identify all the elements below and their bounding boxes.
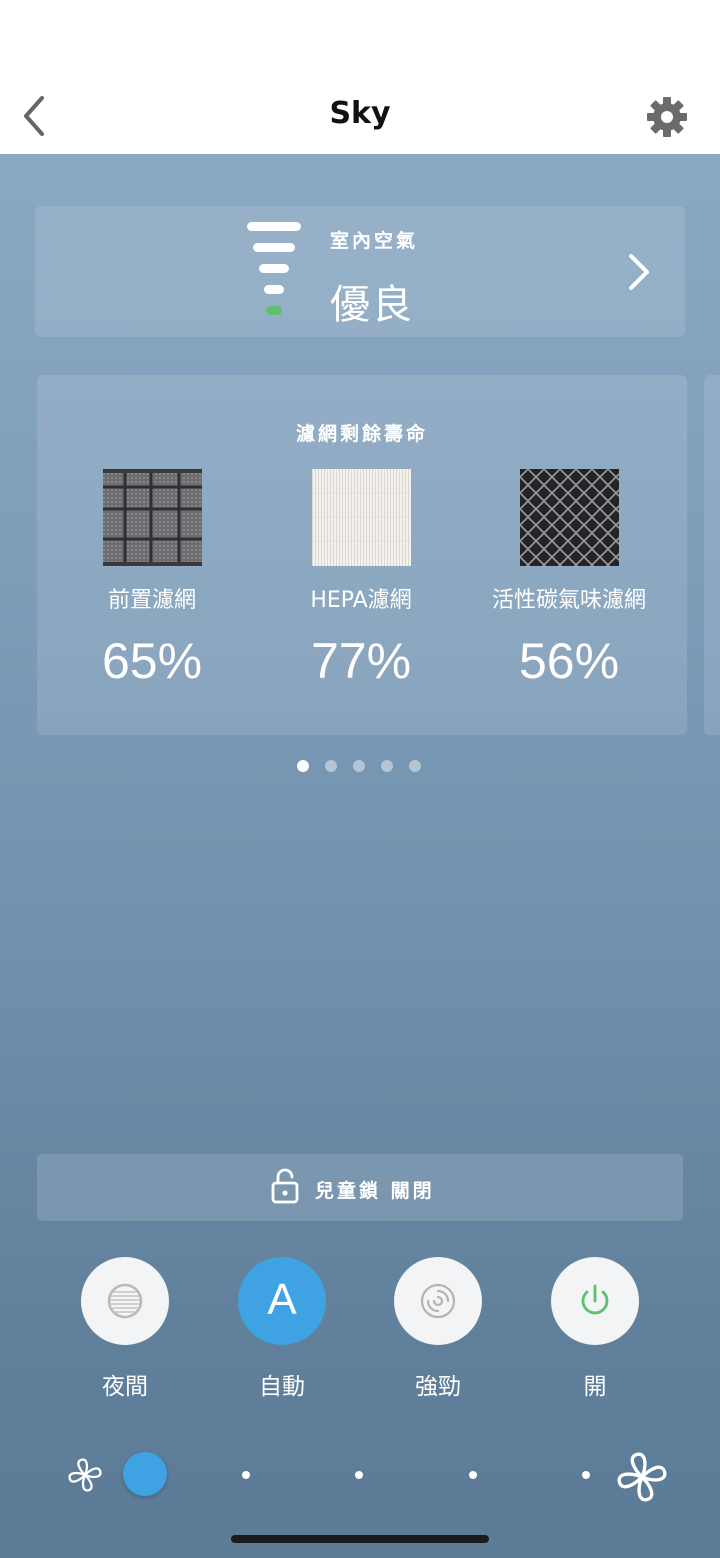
power-button[interactable] <box>551 1257 639 1345</box>
auto-mode-button[interactable]: A <box>238 1257 326 1345</box>
filter-item-carbon: 活性碳氣味濾網 56% <box>469 469 669 690</box>
page-dot[interactable] <box>353 760 365 772</box>
fan-speed-step[interactable] <box>242 1471 250 1479</box>
filter-name: HEPA濾網 <box>310 588 412 613</box>
page-indicator[interactable] <box>0 760 720 774</box>
night-mode-button[interactable] <box>81 1257 169 1345</box>
filter-life-card[interactable]: 濾網剩餘壽命 前置濾網 65% HEPA濾網 77% 活性碳氣味濾網 56% <box>37 375 687 735</box>
fan-small-icon <box>68 1458 102 1492</box>
child-lock-button[interactable]: 兒童鎖 關閉 <box>37 1154 683 1221</box>
child-lock-label: 兒童鎖 關閉 <box>315 1180 435 1202</box>
mode-night[interactable]: 夜間 <box>80 1257 170 1401</box>
page-dot[interactable] <box>381 760 393 772</box>
gear-icon <box>647 97 687 137</box>
fan-speed-slider[interactable] <box>0 1444 720 1504</box>
filter-name: 活性碳氣味濾網 <box>491 588 646 613</box>
filter-item-pre: 前置濾網 65% <box>52 469 252 690</box>
night-mode-icon <box>107 1283 143 1319</box>
air-quality-value: 優良 <box>330 282 414 328</box>
hepa-filter-image <box>311 469 411 566</box>
page-dot[interactable] <box>409 760 421 772</box>
auto-letter-icon: A <box>267 1275 297 1324</box>
turbo-mode-button[interactable] <box>394 1257 482 1345</box>
mode-power[interactable]: 開 <box>550 1257 640 1401</box>
air-quality-card[interactable]: 室內空氣 優良 <box>35 206 685 337</box>
next-card-peek[interactable] <box>704 375 720 735</box>
main-content: 室內空氣 優良 濾網剩餘壽命 前置濾網 65% HEPA濾網 77% 活性碳氣味… <box>0 154 720 1558</box>
carbon-filter-image <box>519 469 619 566</box>
fan-large-icon <box>617 1452 667 1502</box>
filter-percent: 65% <box>101 633 203 689</box>
fan-speed-step[interactable] <box>582 1471 590 1479</box>
home-indicator[interactable] <box>231 1535 489 1543</box>
unlock-icon <box>271 1168 299 1204</box>
turbo-swirl-icon <box>420 1283 456 1319</box>
filter-name: 前置濾網 <box>107 588 196 613</box>
air-quality-label: 室內空氣 <box>330 230 419 252</box>
page-title: Sky <box>329 96 391 131</box>
fan-speed-step[interactable] <box>469 1471 477 1479</box>
page-dot[interactable] <box>297 760 309 772</box>
mode-label: 自動 <box>259 1374 305 1400</box>
settings-button[interactable] <box>644 94 690 140</box>
app-header: Sky <box>0 0 720 154</box>
mode-label: 夜間 <box>102 1374 148 1400</box>
fan-speed-knob[interactable] <box>123 1452 167 1496</box>
filter-item-hepa: HEPA濾網 77% <box>261 469 461 690</box>
fan-speed-step[interactable] <box>355 1471 363 1479</box>
filter-card-title: 濾網剩餘壽命 <box>295 423 428 445</box>
power-icon <box>581 1284 609 1315</box>
mode-label: 強勁 <box>415 1374 461 1400</box>
filter-percent: 77% <box>310 633 412 689</box>
chevron-right-icon[interactable] <box>623 250 653 294</box>
mode-label: 開 <box>583 1374 607 1400</box>
filter-percent: 56% <box>518 633 620 689</box>
mode-auto[interactable]: A 自動 <box>237 1257 327 1401</box>
air-quality-meter-icon <box>247 222 303 322</box>
page-dot[interactable] <box>325 760 337 772</box>
pre-filter-image <box>102 469 202 566</box>
mode-turbo[interactable]: 強勁 <box>393 1257 483 1401</box>
